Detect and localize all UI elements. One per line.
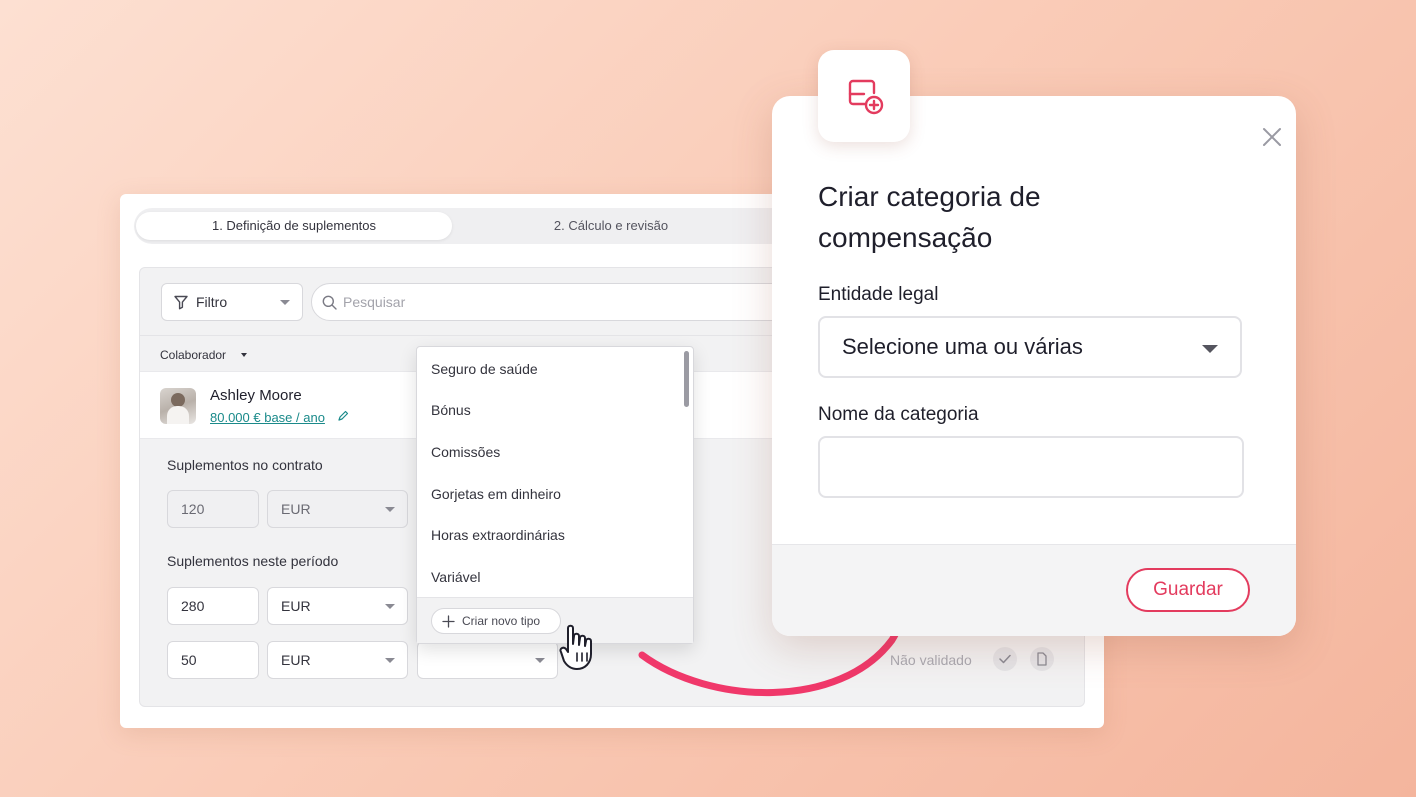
scrollbar[interactable]: [684, 351, 689, 407]
save-button[interactable]: Guardar: [1126, 568, 1250, 612]
period-currency-value-2: EUR: [281, 652, 311, 668]
chevron-down-icon: [385, 658, 395, 663]
create-category-modal: Criar categoria de compensação Entidade …: [772, 96, 1296, 636]
attachment-button[interactable]: [1030, 647, 1054, 671]
chevron-down-icon: [385, 604, 395, 609]
close-icon[interactable]: [1261, 126, 1283, 148]
sort-down-icon[interactable]: [241, 353, 247, 357]
chevron-down-icon: [535, 658, 545, 663]
search-input[interactable]: Pesquisar: [311, 283, 831, 321]
chevron-down-icon: [1202, 345, 1218, 353]
filter-icon: [174, 295, 188, 310]
entity-select-placeholder: Selecione uma ou várias: [842, 334, 1083, 359]
add-category-icon: [848, 79, 884, 115]
document-icon: [1037, 652, 1047, 666]
filter-button[interactable]: Filtro: [161, 283, 303, 321]
search-placeholder: Pesquisar: [343, 294, 406, 310]
period-amount-field-2[interactable]: 50: [167, 641, 259, 679]
avatar: [160, 388, 196, 424]
create-type-label: Criar novo tipo: [462, 614, 541, 628]
tab-step-2[interactable]: 2. Cálculo e revisão: [452, 212, 770, 240]
period-currency-value-1: EUR: [281, 598, 311, 614]
dropdown-option[interactable]: Variável: [431, 569, 481, 585]
entity-select[interactable]: Selecione uma ou várias: [818, 316, 1242, 378]
period-type-select-2[interactable]: [417, 641, 558, 679]
validate-button[interactable]: [993, 647, 1017, 671]
period-amount-field-1[interactable]: 280: [167, 587, 259, 625]
contract-section-label: Suplementos no contrato: [167, 457, 323, 473]
dropdown-option[interactable]: Comissões: [431, 444, 500, 460]
category-name-input[interactable]: [818, 436, 1244, 498]
create-type-button[interactable]: Criar novo tipo: [431, 608, 561, 634]
chevron-down-icon: [385, 507, 395, 512]
dropdown-option[interactable]: Gorjetas em dinheiro: [431, 486, 561, 502]
dropdown-option[interactable]: Bónus: [431, 402, 471, 418]
period-currency-select-1[interactable]: EUR: [267, 587, 408, 625]
entity-label: Entidade legal: [818, 284, 939, 305]
period-currency-select-2[interactable]: EUR: [267, 641, 408, 679]
contract-currency-value: EUR: [281, 501, 311, 517]
check-icon: [999, 654, 1011, 664]
filter-label: Filtro: [196, 294, 228, 310]
dropdown-option[interactable]: Horas extraordinárias: [431, 527, 565, 543]
employee-name: Ashley Moore: [210, 387, 302, 404]
column-header-colaborador[interactable]: Colaborador: [160, 348, 226, 362]
contract-currency-select: EUR: [267, 490, 408, 528]
contract-amount-field: 120: [167, 490, 259, 528]
search-icon: [322, 295, 337, 310]
chevron-down-icon: [280, 300, 290, 305]
hand-cursor-icon: [559, 624, 592, 670]
dropdown-option[interactable]: Seguro de saúde: [431, 361, 538, 377]
pencil-icon[interactable]: [337, 410, 349, 422]
salary-link[interactable]: 80.000 € base / ano: [210, 410, 325, 425]
category-name-label: Nome da categoria: [818, 404, 979, 425]
modal-title: Criar categoria de compensação: [818, 181, 1041, 253]
tab-step-1[interactable]: 1. Definição de suplementos: [136, 212, 452, 240]
plus-icon: [442, 615, 455, 628]
period-section-label: Suplementos neste período: [167, 553, 339, 569]
modal-icon-tile: [818, 50, 910, 142]
